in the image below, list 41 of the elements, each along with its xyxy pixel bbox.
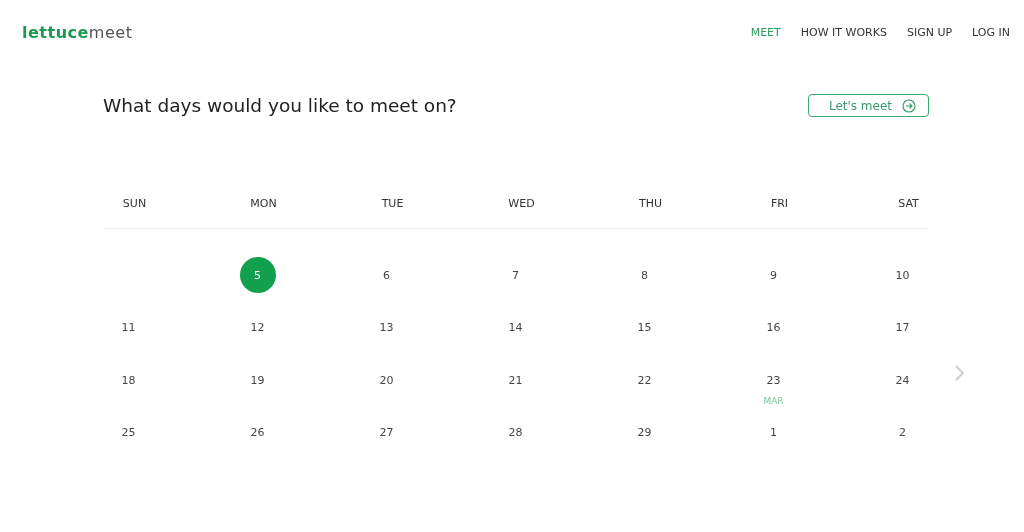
lets-meet-button[interactable]: Let's meet [807, 94, 929, 117]
nav-link[interactable]: LOG IN [972, 25, 1010, 39]
calendar-day[interactable]: 9 [755, 257, 792, 293]
calendar-day[interactable]: 1 [755, 414, 792, 451]
calendar-day[interactable]: 11 [110, 309, 147, 346]
calendar-day[interactable]: 25 [110, 414, 147, 451]
calendar-day[interactable]: 6 [368, 257, 405, 293]
calendar-day[interactable]: 20 [368, 362, 405, 398]
calendar-day[interactable]: 18 [110, 362, 147, 398]
calendar-day[interactable]: 14 [497, 309, 534, 346]
nav-link[interactable]: MEET [750, 25, 781, 39]
calendar-day[interactable]: 13 [368, 309, 405, 346]
calendar-day[interactable]: 22 [626, 362, 663, 398]
calendar-day[interactable]: 15 [626, 309, 663, 346]
weekday-label: THU [638, 197, 662, 210]
calendar-day[interactable]: 19 [239, 362, 276, 398]
page-heading: What days would you like to meet on? [103, 95, 457, 116]
calendar-day[interactable]: 16 [755, 309, 792, 346]
calendar-day[interactable]: 24 [884, 362, 921, 398]
calendar-day[interactable]: 28 [497, 414, 534, 451]
nav-link[interactable]: HOW IT WORKS [800, 25, 887, 39]
weekday-label: WED [508, 197, 535, 210]
calendar-day[interactable]: 27 [368, 414, 405, 451]
calendar-day[interactable]: 2 [884, 414, 921, 451]
calendar-day[interactable]: 26 [239, 414, 276, 451]
weekday-label: SAT [898, 197, 919, 210]
nav-link[interactable]: SIGN UP [906, 25, 953, 39]
calendar-day[interactable]: 29 [626, 414, 663, 451]
calendar-day[interactable]: 21 [497, 362, 534, 398]
weekday-label: FRI [770, 197, 789, 210]
calendar-day[interactable]: 10 [884, 257, 921, 293]
weekday-label: SUN [122, 197, 147, 210]
weekday-label: TUE [381, 197, 404, 210]
weekday-label: MON [250, 197, 277, 210]
calendar-day[interactable]: 23 [755, 362, 792, 398]
month-label: MAR [763, 395, 784, 406]
calendar-day[interactable]: 17 [884, 309, 921, 346]
logo[interactable]: lettucemeet [22, 22, 133, 42]
calendar-day[interactable]: 8 [626, 257, 663, 293]
calendar-day[interactable]: 7 [497, 257, 534, 293]
calendar-day[interactable]: 12 [239, 309, 276, 346]
